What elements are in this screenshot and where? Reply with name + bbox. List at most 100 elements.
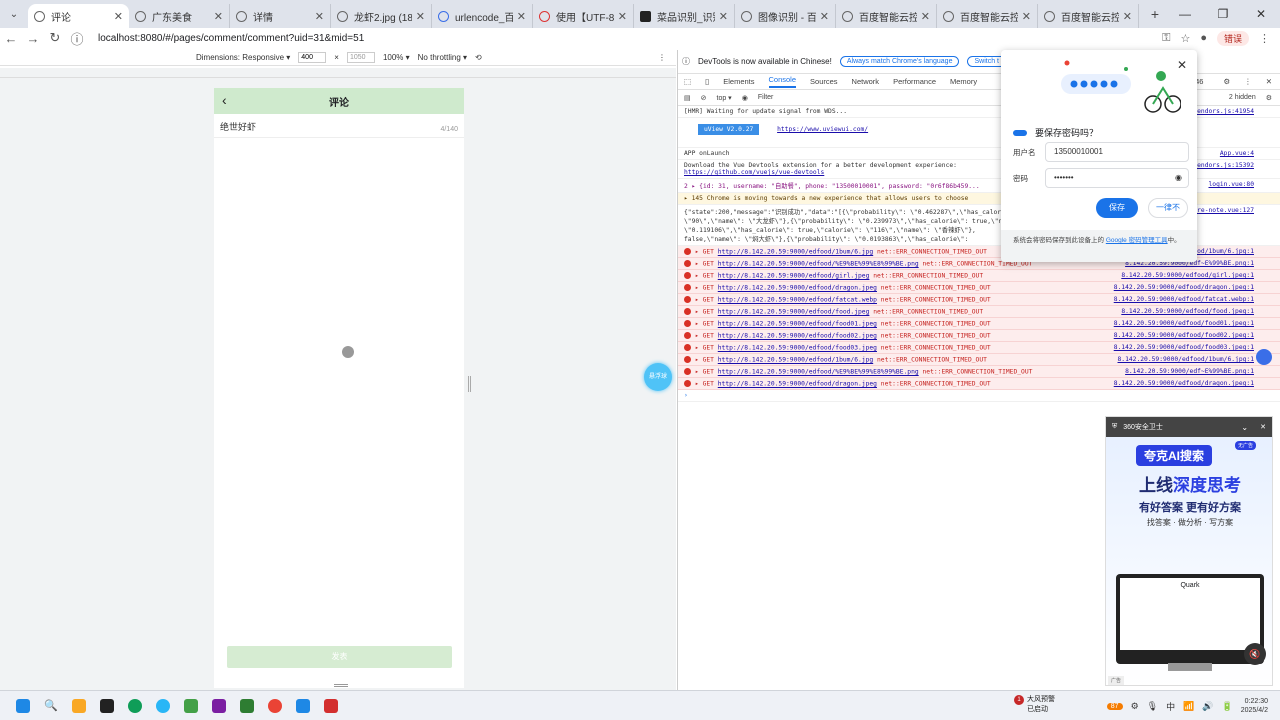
inspect-icon[interactable]: ⬚: [684, 77, 691, 86]
clear-console-icon[interactable]: ⊘: [701, 94, 707, 102]
error-source-link[interactable]: 8.142.20.59:9000/edf~E%99%BE.png:1: [1121, 368, 1254, 375]
mute-icon[interactable]: 🔇: [1244, 643, 1266, 665]
filter-input[interactable]: Filter: [758, 94, 774, 101]
sidebar-avatar-icon[interactable]: [1256, 349, 1272, 365]
console-error-row[interactable]: ▸ GET http://8.142.20.59:9000/edfood/foo…: [678, 342, 1280, 354]
browser-tab[interactable]: 使用【UTF-8】 ✕: [533, 4, 634, 28]
minimize-icon[interactable]: —: [1166, 0, 1204, 28]
console-error-row[interactable]: ▸ GET http://8.142.20.59:9000/edfood/1bu…: [678, 354, 1280, 366]
vscode-icon[interactable]: [290, 697, 316, 715]
error-source-link[interactable]: 8.142.20.59:9000/edfood/1bum/6.jpg:1: [1113, 356, 1254, 363]
browser-tab[interactable]: 广东美食 ✕: [129, 4, 230, 28]
tab-memory[interactable]: Memory: [950, 77, 977, 86]
wechat-icon[interactable]: [178, 697, 204, 715]
menu-icon[interactable]: ⋮: [1259, 32, 1270, 45]
dimensions-select[interactable]: Dimensions: Responsive ▾: [196, 53, 290, 62]
close-window-icon[interactable]: ✕: [1242, 0, 1280, 28]
error-button[interactable]: 错误: [1216, 30, 1249, 46]
comment-textarea[interactable]: 绝世好虾 4/140: [214, 114, 464, 138]
browser-tab[interactable]: 菜品识别_识别 ✕: [634, 4, 735, 28]
close-dialog-icon[interactable]: ✕: [1177, 58, 1187, 72]
error-url-link[interactable]: http://8.142.20.59:9000/edfood/1bum/6.jp…: [718, 249, 873, 256]
console-error-row[interactable]: ▸ GET http://8.142.20.59:9000/edfood/dra…: [678, 378, 1280, 390]
context-select[interactable]: top ▾: [717, 94, 732, 102]
error-url-link[interactable]: http://8.142.20.59:9000/edfood/%E9%BE%99…: [718, 369, 919, 376]
new-tab-button[interactable]: +: [1145, 6, 1165, 22]
error-source-link[interactable]: 8.142.20.59:9000/edfood/food01.jpeg:1: [1109, 320, 1254, 327]
tab-close-icon[interactable]: ✕: [517, 10, 526, 23]
error-url-link[interactable]: http://8.142.20.59:9000/edfood/%E9%BE%99…: [718, 261, 919, 268]
quark-ad-popup[interactable]: ⛨ 360安全卫士 ⌄ ✕ 夸克AI搜索 无广告 上线深度思考 有好答案 更有好…: [1105, 416, 1273, 686]
error-url-link[interactable]: http://8.142.20.59:9000/edfood/1bum/6.jp…: [718, 357, 873, 364]
uview-link[interactable]: https://www.uviewui.com/: [777, 126, 868, 133]
tab-console[interactable]: Console: [768, 75, 797, 88]
tab-close-icon[interactable]: ✕: [114, 10, 123, 23]
devtools-settings-icon[interactable]: ⚙: [1223, 77, 1230, 86]
bookmark-star-icon[interactable]: ☆: [1180, 32, 1190, 45]
tab-performance[interactable]: Performance: [893, 77, 936, 86]
sidebar-toggle-icon[interactable]: ▤: [684, 94, 691, 102]
cpu-temp-badge[interactable]: 87: [1106, 702, 1123, 710]
browser-tab[interactable]: 图像识别 - 百度 ✕: [735, 4, 836, 28]
file-explorer-icon[interactable]: [66, 697, 92, 715]
zoom-select[interactable]: 100% ▾: [383, 53, 410, 62]
tab-sources[interactable]: Sources: [810, 77, 838, 86]
wps-icon[interactable]: [318, 697, 344, 715]
edge-icon[interactable]: [122, 697, 148, 715]
console-prompt[interactable]: ›: [678, 390, 1280, 402]
error-url-link[interactable]: http://8.142.20.59:9000/edfood/dragon.jp…: [718, 381, 877, 388]
throttle-select[interactable]: No throttling ▾: [418, 53, 467, 62]
chrome-icon[interactable]: [262, 697, 288, 715]
error-url-link[interactable]: http://8.142.20.59:9000/edfood/food.jpeg: [718, 309, 870, 316]
height-input[interactable]: [346, 52, 375, 63]
maximize-icon[interactable]: ❐: [1204, 0, 1242, 28]
forward-arrow-icon[interactable]: →: [22, 31, 44, 46]
url-input[interactable]: localhost:8080/#/pages/comment/comment?u…: [98, 33, 1162, 44]
epic-games-icon[interactable]: [94, 697, 120, 715]
error-source-link[interactable]: 8.142.20.59:9000/edfood/dragon.jpeg:1: [1109, 284, 1254, 291]
match-language-button[interactable]: Always match Chrome's language: [839, 56, 960, 67]
browser-tab[interactable]: 百度智能云控制台 ✕: [836, 4, 937, 28]
console-error-row[interactable]: ▸ GET http://8.142.20.59:9000/edfood/foo…: [678, 318, 1280, 330]
resize-handle-right[interactable]: [468, 376, 471, 392]
back-chevron-icon[interactable]: ‹: [222, 92, 227, 108]
browser-tab[interactable]: 百度智能云控制台 ✕: [1038, 4, 1139, 28]
battery-icon[interactable]: 🔋: [1222, 701, 1233, 712]
ime-icon[interactable]: 中: [1166, 700, 1175, 713]
error-source-link[interactable]: 8.142.20.59:9000/edfood/food02.jpeg:1: [1109, 332, 1254, 339]
console-error-row[interactable]: ▸ GET http://8.142.20.59:9000/edfood/dra…: [678, 282, 1280, 294]
browser-tab[interactable]: 百度智能云控制台 ✕: [937, 4, 1038, 28]
tray-app-icon[interactable]: ⚙: [1131, 701, 1139, 712]
tab-close-icon[interactable]: ✕: [416, 10, 425, 23]
tab-search-icon[interactable]: ⌄: [0, 0, 28, 28]
tab-close-icon[interactable]: ✕: [921, 10, 930, 23]
weather-news-widget[interactable]: 1 大风预警 已启动: [1014, 695, 1055, 714]
error-source-link[interactable]: 8.142.20.59:9000/edfood/food.jpeg:1: [1117, 308, 1254, 315]
console-error-row[interactable]: ▸ GET http://8.142.20.59:9000/edfood/%E9…: [678, 366, 1280, 378]
submit-button[interactable]: 发表: [227, 646, 452, 668]
browser-tab[interactable]: 详情 ✕: [230, 4, 331, 28]
error-url-link[interactable]: http://8.142.20.59:9000/edfood/food01.jp…: [718, 321, 877, 328]
browser-tab[interactable]: urlencode_百度 ✕: [432, 4, 533, 28]
hbuilder-icon[interactable]: [234, 697, 260, 715]
error-source-link[interactable]: 8.142.20.59:9000/edfood/dragon.jpeg:1: [1109, 380, 1254, 387]
tab-close-icon[interactable]: ✕: [315, 10, 324, 23]
profile-icon[interactable]: ●: [1200, 32, 1207, 44]
site-info-icon[interactable]: ⓘ: [66, 29, 88, 48]
ad-collapse-icon[interactable]: ⌄: [1241, 423, 1254, 432]
show-password-eye-icon[interactable]: ◉: [1175, 169, 1182, 187]
never-save-button[interactable]: 一律不: [1148, 198, 1188, 218]
error-source-link[interactable]: 8.142.20.59:9000/edfood/food03.jpeg:1: [1109, 344, 1254, 351]
tab-elements[interactable]: Elements: [723, 77, 754, 86]
tab-close-icon[interactable]: ✕: [1123, 10, 1132, 23]
tab-close-icon[interactable]: ✕: [214, 10, 223, 23]
devtools-more-icon[interactable]: ⋮: [1244, 77, 1252, 86]
console-error-row[interactable]: ▸ GET http://8.142.20.59:9000/edfood/fat…: [678, 294, 1280, 306]
username-field[interactable]: 13500010001: [1045, 142, 1189, 162]
console-settings-icon[interactable]: ⚙: [1266, 94, 1272, 102]
console-error-row[interactable]: ▸ GET http://8.142.20.59:9000/edfood/foo…: [678, 330, 1280, 342]
error-url-link[interactable]: http://8.142.20.59:9000/edfood/fatcat.we…: [718, 297, 877, 304]
error-url-link[interactable]: http://8.142.20.59:9000/edfood/food02.jp…: [718, 333, 877, 340]
error-source-link[interactable]: 8.142.20.59:9000/edfood/fatcat.webp:1: [1109, 296, 1254, 303]
device-toggle-icon[interactable]: ▯: [705, 77, 709, 86]
